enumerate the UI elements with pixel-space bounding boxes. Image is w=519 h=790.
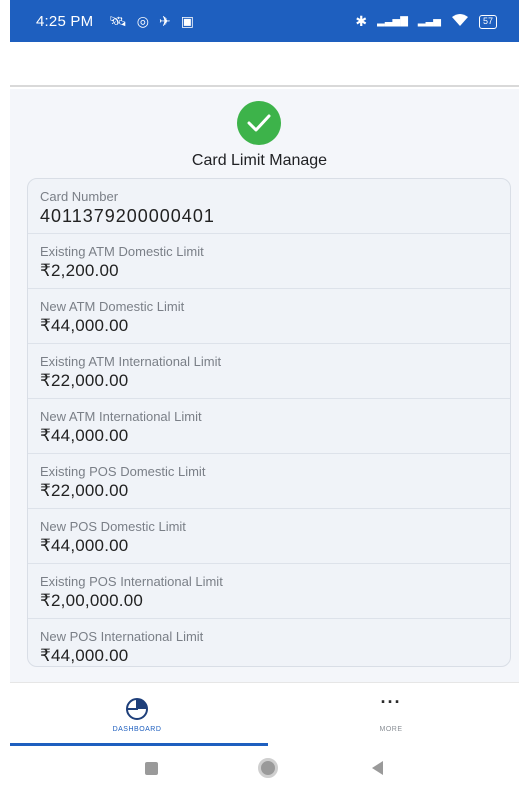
frame-edge bbox=[0, 0, 10, 790]
success-check-icon bbox=[237, 101, 281, 145]
nav-label: DASHBOARD bbox=[112, 726, 162, 733]
nav-dashboard[interactable]: DASHBOARD bbox=[10, 683, 264, 747]
detail-value: ₹44,000.00 bbox=[40, 426, 129, 445]
detail-value: 4011379200000401 bbox=[40, 206, 215, 226]
detail-label: Existing ATM International Limit bbox=[40, 354, 222, 369]
data-saver-icon: 🛰 bbox=[109, 13, 127, 29]
detail-value: ₹44,000.00 bbox=[40, 536, 129, 555]
detail-label: New ATM Domestic Limit bbox=[40, 299, 185, 314]
detail-row: New ATM Domestic Limit ₹44,000.00 bbox=[28, 289, 510, 344]
detail-label: Card Number bbox=[40, 189, 119, 204]
detail-row: New POS International Limit ₹44,000.00 bbox=[28, 619, 510, 666]
app-bar bbox=[10, 42, 519, 87]
detail-label: Existing ATM Domestic Limit bbox=[40, 244, 204, 259]
dashboard-icon bbox=[125, 697, 149, 726]
page-title: Card Limit Manage bbox=[191, 152, 328, 169]
wifi-icon bbox=[451, 13, 469, 30]
notification-icon: ▣ bbox=[180, 13, 194, 29]
battery-icon: 57 bbox=[478, 14, 497, 29]
status-bar: 4:25 PM 🛰 ◎ ✈ ▣ ✱ ▂▃▅▇ ▂▃▅ 57 bbox=[10, 0, 519, 42]
detail-row: Existing ATM International Limit ₹22,000… bbox=[28, 344, 510, 399]
status-time: 4:25 PM bbox=[36, 13, 94, 30]
recents-icon[interactable] bbox=[145, 762, 158, 775]
detail-value: ₹44,000.00 bbox=[40, 316, 129, 335]
signal-2-icon: ▂▃▅ bbox=[417, 16, 441, 27]
bluetooth-icon: ✱ bbox=[355, 13, 368, 29]
detail-value: ₹2,200.00 bbox=[40, 261, 119, 280]
alarm-icon: ◎ bbox=[136, 13, 149, 29]
status-right-icons: ✱ ▂▃▅▇ ▂▃▅ 57 bbox=[355, 13, 497, 30]
detail-row-card-number: Card Number 4011379200000401 bbox=[28, 179, 510, 234]
nav-more[interactable]: ··· MORE bbox=[264, 683, 518, 747]
detail-label: New POS Domestic Limit bbox=[40, 519, 186, 534]
detail-value: ₹2,00,000.00 bbox=[40, 591, 144, 610]
nav-label: MORE bbox=[379, 726, 403, 733]
detail-row: New ATM International Limit ₹44,000.00 bbox=[28, 399, 510, 454]
signal-icon: ▂▃▅▇ bbox=[377, 16, 408, 27]
back-icon[interactable] bbox=[372, 761, 383, 775]
detail-value: ₹22,000.00 bbox=[40, 371, 129, 390]
detail-value: ₹44,000.00 bbox=[40, 646, 129, 665]
detail-label: Existing POS International Limit bbox=[40, 574, 223, 589]
detail-value: ₹22,000.00 bbox=[40, 481, 129, 500]
more-dots-icon: ··· bbox=[380, 692, 402, 712]
detail-label: New ATM International Limit bbox=[40, 409, 202, 424]
home-icon[interactable] bbox=[258, 758, 278, 778]
detail-row: Existing POS Domestic Limit ₹22,000.00 bbox=[28, 454, 510, 509]
system-nav-bar bbox=[10, 746, 519, 790]
airplane-icon: ✈ bbox=[159, 13, 171, 29]
detail-label: Existing POS Domestic Limit bbox=[40, 464, 206, 479]
detail-label: New POS International Limit bbox=[40, 629, 204, 644]
status-left-icons: 🛰 ◎ ✈ ▣ bbox=[109, 13, 194, 30]
detail-row: Existing POS International Limit ₹2,00,0… bbox=[28, 564, 510, 619]
limit-details-card: Card Number 4011379200000401 Existing AT… bbox=[27, 178, 511, 667]
bottom-nav: DASHBOARD ··· MORE bbox=[10, 682, 519, 746]
detail-row: New POS Domestic Limit ₹44,000.00 bbox=[28, 509, 510, 564]
detail-row: Existing ATM Domestic Limit ₹2,200.00 bbox=[28, 234, 510, 289]
